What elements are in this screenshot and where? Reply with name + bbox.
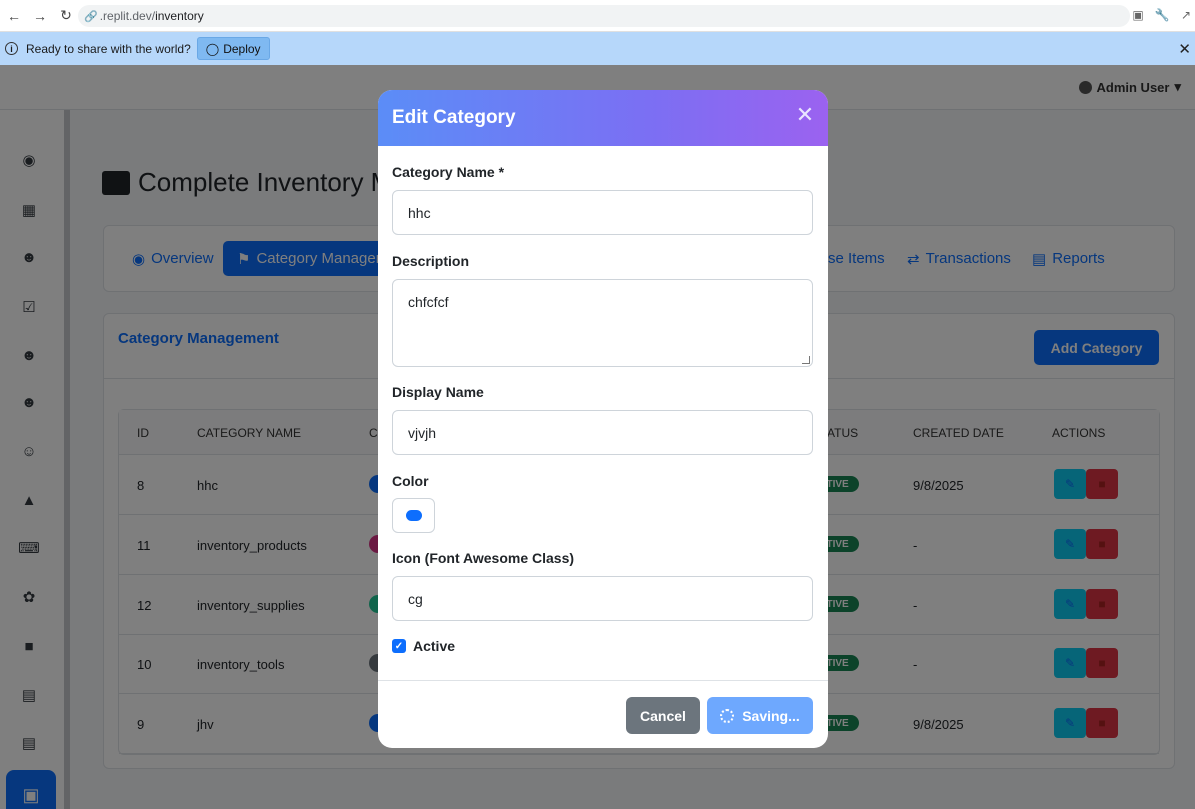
deploy-label: Deploy <box>223 41 261 56</box>
close-icon[interactable]: ✕ <box>794 102 816 127</box>
deploy-button[interactable]: ◯ Deploy <box>196 37 270 60</box>
cancel-button[interactable]: Cancel <box>626 697 700 734</box>
url-path: inventory <box>155 9 204 23</box>
description-label: Description <box>392 253 470 269</box>
active-label: Active <box>413 638 456 654</box>
deploy-icon: ◯ <box>205 41 220 56</box>
display-name-input[interactable]: vjvjh <box>392 410 813 455</box>
description-value: chfcfcf <box>408 294 449 310</box>
spinner-icon <box>720 708 735 723</box>
address-bar[interactable]: 🔗 .replit.dev/inventory <box>78 5 1130 27</box>
color-picker[interactable] <box>392 498 435 533</box>
browser-actions: ▣ 🔧 ↗ <box>1129 6 1195 24</box>
category-name-label: Category Name * <box>392 164 505 180</box>
banner-message: Ready to share with the world? <box>26 41 191 56</box>
resize-handle[interactable] <box>802 356 810 364</box>
forward-icon[interactable]: → <box>28 4 52 28</box>
reload-icon[interactable]: ↻ <box>54 4 78 28</box>
link-icon: 🔗 <box>84 10 98 23</box>
active-checkbox[interactable]: ✓ <box>392 639 406 653</box>
deploy-banner: i Ready to share with the world? ◯ Deplo… <box>0 32 1195 65</box>
icon-class-label: Icon (Font Awesome Class) <box>392 550 575 566</box>
save-button[interactable]: Saving... <box>707 697 813 734</box>
close-icon[interactable]: ✕ <box>1178 40 1191 58</box>
modal-title: Edit Category <box>392 107 516 128</box>
edit-category-modal: Edit Category ✕ Category Name * hhc Desc… <box>378 90 828 748</box>
description-textarea[interactable]: chfcfcf <box>392 279 813 367</box>
category-name-input[interactable]: hhc <box>392 190 813 235</box>
display-name-label: Display Name <box>392 384 484 400</box>
modal-footer: Cancel Saving... <box>378 680 828 748</box>
open-external-icon[interactable]: ↗ <box>1177 6 1195 24</box>
icon-class-input[interactable]: cg <box>392 576 813 621</box>
modal-header: Edit Category ✕ <box>378 90 828 146</box>
wrench-icon[interactable]: 🔧 <box>1153 6 1171 24</box>
devices-icon[interactable]: ▣ <box>1129 6 1147 24</box>
color-swatch <box>405 510 422 521</box>
save-label: Saving... <box>742 707 800 724</box>
color-label: Color <box>392 473 429 489</box>
browser-toolbar: ← → ↻ 🔗 .replit.dev/inventory ▣ 🔧 ↗ <box>0 0 1195 32</box>
url-host: .replit.dev/ <box>99 9 156 23</box>
back-icon[interactable]: ← <box>2 4 26 28</box>
info-icon: i <box>5 42 18 55</box>
